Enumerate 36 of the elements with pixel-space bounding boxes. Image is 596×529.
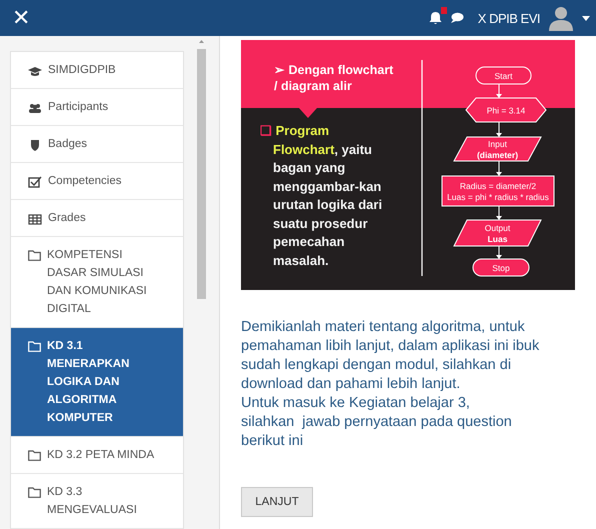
folder-icon	[28, 250, 41, 261]
content-paragraph: Untuk masuk ke Kegiatan belajar 3,	[241, 394, 471, 413]
user-name[interactable]: X DPIB EVI	[478, 10, 540, 26]
folder-icon	[28, 450, 41, 461]
folder-icon	[28, 487, 41, 498]
flow-arrow	[496, 246, 502, 259]
table-icon	[28, 213, 42, 225]
scrollbar-thumb[interactable]	[197, 49, 206, 299]
slide-text: ❑ Program Flowchart, yaitu bagan yang menggambar-kan urutan logika dari suatu prosedur pemecahan masalah.	[260, 122, 384, 270]
flowchart-node: Output Luas	[453, 220, 542, 246]
flowchart-node: Stop	[472, 258, 530, 276]
notifications-button[interactable]	[428, 11, 442, 25]
content-paragraph: silahkan jawab pernyataan pada question berikut ini	[241, 413, 513, 451]
flowchart-node: Radius = diameter/2 Luas = phi * radius * radius	[442, 176, 554, 206]
checkbox-icon	[28, 176, 42, 188]
flowchart-node: Start	[476, 66, 532, 84]
flow-arrow	[496, 122, 502, 137]
lanjut-button[interactable]: LANJUT	[241, 487, 313, 517]
flow-arrow	[496, 160, 502, 176]
flowchart-node: Input (diameter)	[453, 136, 542, 162]
close-button[interactable]: ✕	[12, 7, 30, 29]
caret-icon[interactable]	[582, 16, 590, 20]
users-icon	[28, 102, 42, 114]
slide-heading: ➢ Dengan flowchart / diagram alir	[273, 62, 394, 95]
flow-arrow	[496, 84, 502, 98]
shield-icon	[28, 139, 42, 151]
scroll-up-icon[interactable]	[199, 40, 204, 43]
content-paragraph: Demikianlah materi tentang algoritma, untuk pemahaman libih lanjut, dalam aplikasi ini ibuk sudah lengkapi dengan modul, silahkan di download dan pahami lebih lanjut.	[241, 318, 540, 394]
sidebar-item[interactable]: KD 3.1 MENERAPKAN LOGIKA DAN ALGORITMA KOMPUTER	[11, 328, 183, 437]
folder-icon	[28, 341, 41, 352]
messages-button[interactable]	[450, 12, 464, 24]
callout-pointer	[299, 108, 317, 118]
flowchart-node: Phi = 3.14	[465, 98, 547, 122]
flow-arrow	[496, 206, 502, 220]
graduation-cap-icon	[28, 65, 42, 77]
avatar-icon[interactable]	[548, 5, 574, 31]
